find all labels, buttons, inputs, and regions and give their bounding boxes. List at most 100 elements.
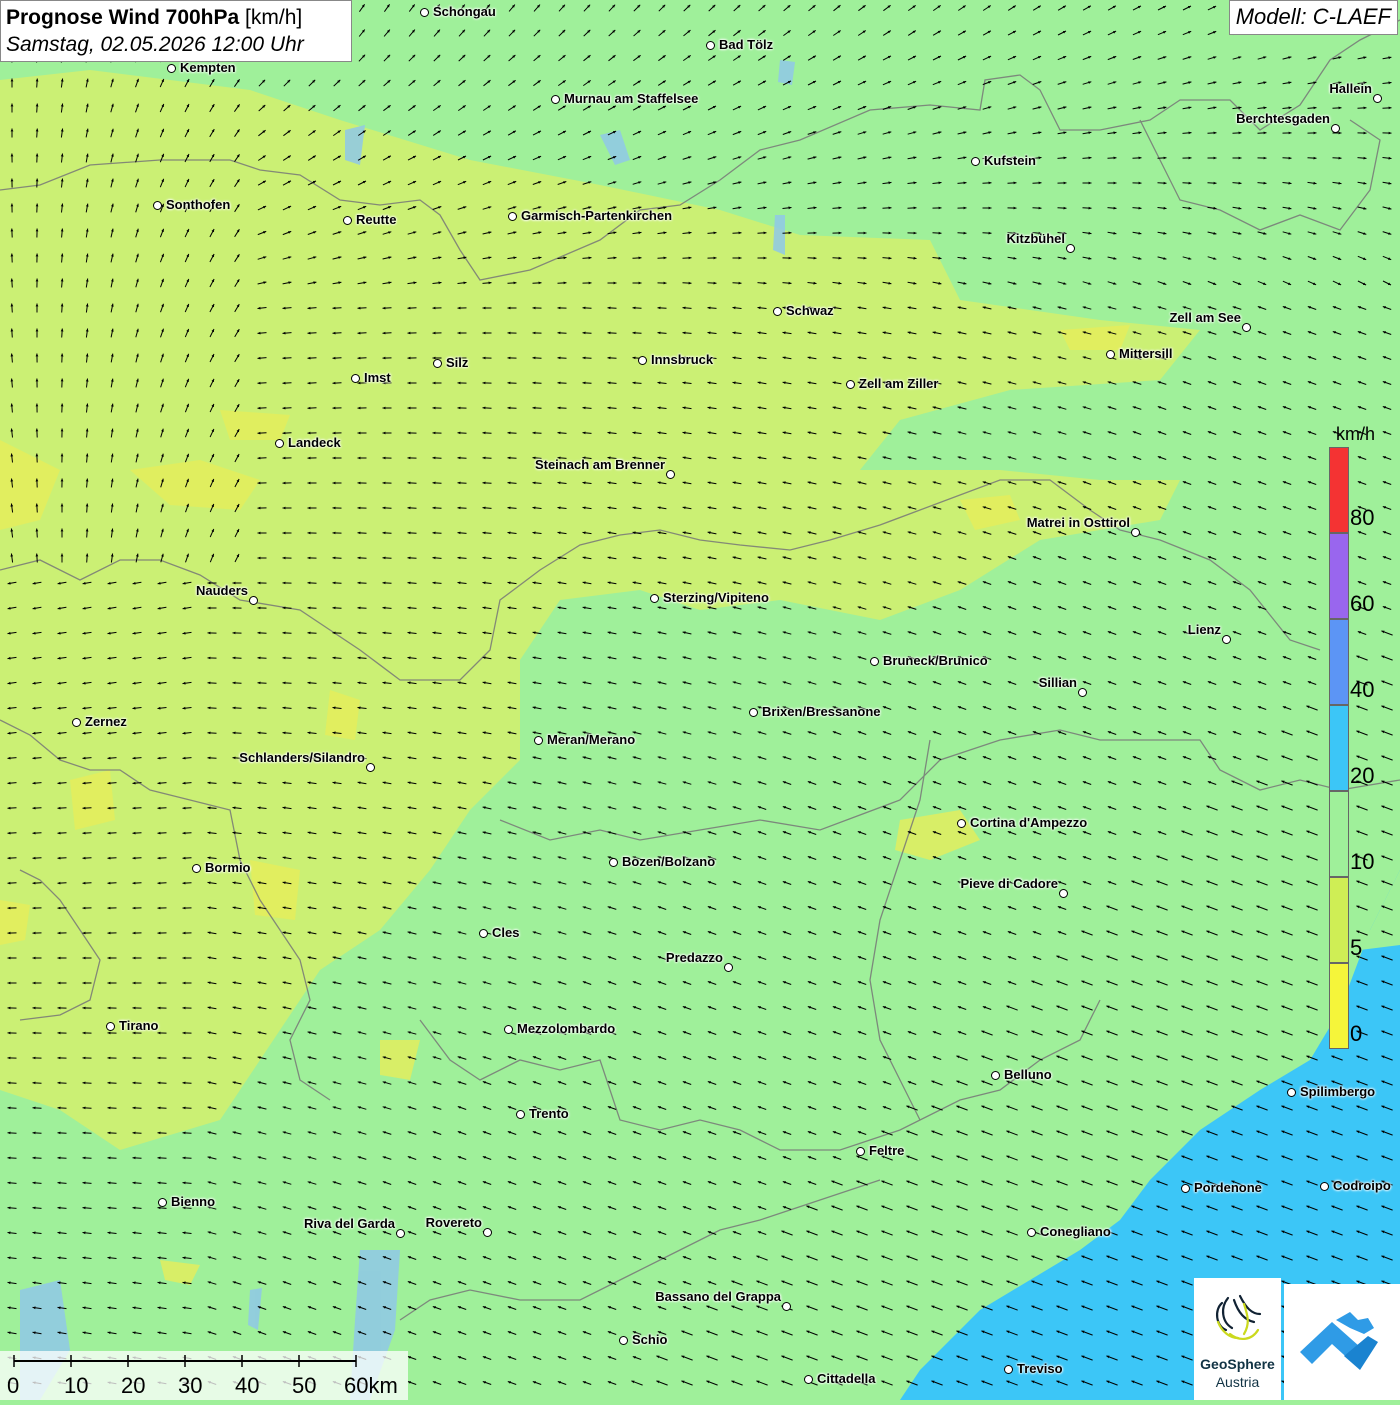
city-marker xyxy=(1078,688,1087,697)
color-legend: km/h 806040201050 xyxy=(1326,420,1398,1060)
geosphere-logo: GeoSphere Austria xyxy=(1194,1278,1281,1400)
city-label: Tirano xyxy=(119,1018,159,1033)
legend-label: 10 xyxy=(1350,849,1374,875)
legend-color-segment xyxy=(1329,877,1349,963)
city-marker xyxy=(846,380,855,389)
city-marker xyxy=(343,216,352,225)
legend-label: 5 xyxy=(1350,935,1362,961)
city-label: Rovereto xyxy=(426,1215,482,1230)
city-marker xyxy=(1131,528,1140,537)
city-marker xyxy=(106,1022,115,1031)
city-label: Mezzolombardo xyxy=(517,1021,615,1036)
city-marker xyxy=(516,1110,525,1119)
city-label: Trento xyxy=(529,1106,569,1121)
geosphere-logo-icon xyxy=(1194,1278,1281,1358)
legend-color-segment xyxy=(1329,533,1349,619)
city-marker xyxy=(366,763,375,772)
city-label: Treviso xyxy=(1017,1361,1063,1376)
city-label: Bassano del Grappa xyxy=(655,1289,781,1304)
city-label: Mittersill xyxy=(1119,346,1172,361)
scale-label: 10 xyxy=(64,1373,88,1399)
city-marker xyxy=(483,1228,492,1237)
scale-label: 20 xyxy=(121,1373,145,1399)
city-label: Codroipo xyxy=(1333,1178,1391,1193)
scale-bar: 0102030405060km xyxy=(0,1351,408,1400)
city-label: Kempten xyxy=(180,60,236,75)
city-label: Cles xyxy=(492,925,519,940)
model-label: Modell: C-LAEF xyxy=(1229,0,1398,35)
city-label: Zell am Ziller xyxy=(859,376,938,391)
city-label: Brixen/Bressanone xyxy=(762,704,881,719)
city-label: Schongau xyxy=(433,4,496,19)
city-marker xyxy=(158,1198,167,1207)
city-label: Matrei in Osttirol xyxy=(1027,515,1130,530)
city-label: Sonthofen xyxy=(166,197,230,212)
map-title-box: Prognose Wind 700hPa [km/h] Samstag, 02.… xyxy=(0,0,352,62)
city-label: Bruneck/Brunico xyxy=(883,653,988,668)
city-marker xyxy=(351,374,360,383)
city-marker xyxy=(619,1336,628,1345)
city-label: Pieve di Cadore xyxy=(960,876,1058,891)
forecast-datetime: Samstag, 02.05.2026 12:00 Uhr xyxy=(6,31,346,58)
city-label: Sterzing/Vipiteno xyxy=(663,590,769,605)
city-label: Hallein xyxy=(1329,81,1372,96)
city-marker xyxy=(551,95,560,104)
city-marker xyxy=(167,64,176,73)
city-marker xyxy=(957,819,966,828)
city-marker xyxy=(1331,124,1340,133)
city-label: Sillian xyxy=(1039,675,1077,690)
city-marker xyxy=(804,1375,813,1384)
scale-label: 30 xyxy=(178,1373,202,1399)
city-marker xyxy=(504,1025,513,1034)
mountain-logo xyxy=(1284,1284,1400,1400)
city-marker xyxy=(72,718,81,727)
city-label: Cittadella xyxy=(817,1371,876,1386)
city-marker xyxy=(396,1229,405,1238)
city-label: Imst xyxy=(364,370,391,385)
city-marker xyxy=(1027,1228,1036,1237)
city-marker xyxy=(1320,1182,1329,1191)
city-marker xyxy=(1373,94,1382,103)
city-label: Bad Tölz xyxy=(719,37,773,52)
city-marker xyxy=(1181,1184,1190,1193)
city-marker xyxy=(479,929,488,938)
city-marker xyxy=(638,356,647,365)
mountain-logo-icon xyxy=(1284,1284,1400,1400)
city-label: Feltre xyxy=(869,1143,904,1158)
city-marker xyxy=(1059,889,1068,898)
geosphere-name: GeoSphere xyxy=(1194,1356,1281,1372)
legend-unit: km/h xyxy=(1336,424,1375,445)
city-label: Schlanders/Silandro xyxy=(239,750,365,765)
city-label: Meran/Merano xyxy=(547,732,635,747)
city-marker xyxy=(650,594,659,603)
scale-label: 40 xyxy=(235,1373,259,1399)
city-label: Predazzo xyxy=(666,950,723,965)
city-marker xyxy=(870,657,879,666)
legend-color-segment xyxy=(1329,791,1349,877)
city-label: Belluno xyxy=(1004,1067,1052,1082)
city-label: Kufstein xyxy=(984,153,1036,168)
city-label: Spilimbergo xyxy=(1300,1084,1375,1099)
city-marker xyxy=(1106,350,1115,359)
city-label: Zell am See xyxy=(1169,310,1241,325)
city-label: Lienz xyxy=(1188,622,1221,637)
scale-label: 0 xyxy=(7,1373,19,1399)
city-marker xyxy=(609,858,618,867)
city-marker xyxy=(192,864,201,873)
city-label: Bozen/Bolzano xyxy=(622,854,715,869)
city-marker xyxy=(856,1147,865,1156)
city-marker xyxy=(249,596,258,605)
city-marker xyxy=(1222,635,1231,644)
city-label: Pordenone xyxy=(1194,1180,1262,1195)
city-label: Kitzbühel xyxy=(1007,231,1066,246)
city-marker xyxy=(749,708,758,717)
city-label: Zernez xyxy=(85,714,127,729)
city-marker xyxy=(433,359,442,368)
city-marker xyxy=(782,1302,791,1311)
city-marker xyxy=(1242,323,1251,332)
city-marker xyxy=(1066,244,1075,253)
scale-label: 50 xyxy=(292,1373,316,1399)
city-marker xyxy=(508,212,517,221)
legend-color-segment xyxy=(1329,705,1349,791)
map-title: Prognose Wind 700hPa [km/h] xyxy=(6,4,346,31)
